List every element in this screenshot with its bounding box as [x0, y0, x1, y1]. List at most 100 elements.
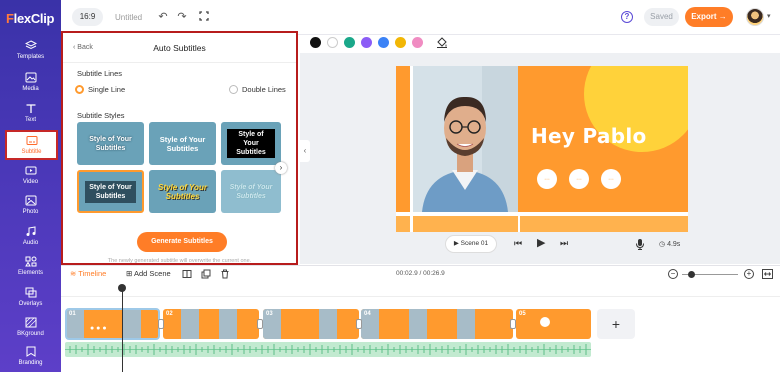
- add-clip-button[interactable]: +: [597, 309, 635, 339]
- aspect-ratio-button[interactable]: 16:9: [72, 8, 103, 26]
- redo-icon[interactable]: ↷: [176, 11, 188, 23]
- color-swatch-yellow[interactable]: [395, 37, 406, 48]
- clip-transition-handle[interactable]: [356, 319, 362, 329]
- chevron-down-icon[interactable]: ▾: [767, 12, 771, 20]
- play-small-icon: ▶: [453, 240, 461, 247]
- scene-duration[interactable]: ◷ 4.9s: [659, 240, 680, 248]
- templates-icon: [24, 40, 37, 50]
- panel-header: ‹ Back Auto Subtitles: [63, 33, 296, 63]
- subtitle-lines-heading: Subtitle Lines: [77, 69, 123, 78]
- zoom-in-icon[interactable]: +: [744, 269, 754, 279]
- timeline-clip[interactable]: 03: [263, 309, 359, 339]
- color-swatch-teal[interactable]: [344, 37, 355, 48]
- export-button[interactable]: Export →: [685, 7, 733, 27]
- branding-icon: [26, 346, 35, 357]
- play-icon[interactable]: ▶: [537, 236, 545, 249]
- sidebar-item-elements[interactable]: Elements: [0, 256, 61, 286]
- sidebar-item-subtitle[interactable]: Subtitle: [5, 130, 58, 160]
- fill-bucket-icon[interactable]: [436, 36, 448, 48]
- double-lines-radio[interactable]: Double Lines: [229, 85, 286, 94]
- video-icon: [25, 166, 36, 175]
- timeline-clip[interactable]: 02: [163, 309, 259, 339]
- elements-icon: [24, 256, 36, 267]
- clip-transition-handle[interactable]: [257, 319, 263, 329]
- radio-unselected: [229, 85, 238, 94]
- sidebar-item-audio[interactable]: Audio: [0, 226, 61, 256]
- timeline-clip[interactable]: 05: [516, 309, 591, 339]
- zoom-slider-thumb[interactable]: [688, 271, 695, 278]
- next-icon[interactable]: ⏭: [560, 238, 568, 249]
- subtitle-style-3[interactable]: Style of Your Subtitles: [221, 122, 281, 165]
- fit-timeline-icon[interactable]: [762, 269, 773, 279]
- overwrite-note: The newly generated subtitle will overwr…: [107, 258, 252, 264]
- slide-preview[interactable]: Hey Pablo • • • • • • • • •: [396, 66, 688, 232]
- panel-title: Auto Subtitles: [153, 43, 206, 53]
- delete-icon[interactable]: [220, 269, 230, 279]
- help-icon[interactable]: ?: [621, 11, 633, 23]
- slide-badge: • • •: [601, 169, 621, 189]
- timeline-ruler[interactable]: [61, 285, 780, 297]
- subtitle-style-5[interactable]: Style of Your Subtitles: [149, 170, 216, 213]
- sidebar-item-templates[interactable]: Templates: [0, 40, 61, 70]
- playhead[interactable]: [122, 285, 123, 372]
- color-swatch-pink[interactable]: [412, 37, 423, 48]
- playhead-handle[interactable]: [118, 284, 126, 292]
- sidebar-item-branding[interactable]: Branding: [0, 346, 61, 372]
- overlays-icon: [25, 287, 36, 298]
- zoom-out-icon[interactable]: −: [668, 269, 678, 279]
- avatar[interactable]: [746, 8, 764, 26]
- color-swatch-black[interactable]: [310, 37, 321, 48]
- presenter-photo: [412, 66, 518, 212]
- chevron-right-icon[interactable]: ›: [275, 162, 287, 174]
- duplicate-icon[interactable]: [201, 269, 211, 279]
- slide-badge: • • •: [537, 169, 557, 189]
- saved-status: Saved: [644, 8, 679, 26]
- photo-icon: [25, 195, 36, 206]
- color-swatch-white[interactable]: [327, 37, 338, 48]
- clip-transition-handle[interactable]: [158, 319, 164, 329]
- add-scene-button[interactable]: ⊞ Add Scene: [126, 269, 171, 278]
- timeline-tab[interactable]: ≋ Timeline: [70, 269, 106, 278]
- undo-icon[interactable]: ↶: [157, 11, 169, 23]
- sidebar-item-overlays[interactable]: Overlays: [0, 287, 61, 317]
- subtitle-style-4[interactable]: Style of Your Subtitles: [77, 170, 144, 213]
- microphone-icon[interactable]: [635, 238, 645, 250]
- previous-icon[interactable]: ⏮: [514, 238, 522, 249]
- slide-badge: • • •: [569, 169, 589, 189]
- audio-waveform: [65, 344, 591, 355]
- sidebar-item-text[interactable]: Text: [0, 103, 61, 133]
- slide-bottom-stripe: [396, 212, 688, 232]
- sidebar: FlexClip Templates Media Text Subtitle V…: [0, 0, 61, 372]
- media-icon: [25, 72, 36, 83]
- sidebar-item-video[interactable]: Video: [0, 165, 61, 195]
- generate-subtitles-button[interactable]: Generate Subtitles: [137, 232, 227, 252]
- project-title[interactable]: Untitled: [115, 13, 142, 22]
- audio-track[interactable]: [65, 342, 591, 357]
- subtitle-style-1[interactable]: Style of Your Subtitles: [77, 122, 144, 165]
- sidebar-item-photo[interactable]: Photo: [0, 195, 61, 225]
- single-line-radio[interactable]: Single Line: [75, 85, 125, 94]
- subtitle-icon: [26, 136, 37, 145]
- audio-icon: [26, 226, 35, 236]
- slide-headline: Hey Pablo: [531, 124, 647, 148]
- add-scene-icon: ⊞: [126, 269, 134, 278]
- selected-clip-outline: [65, 308, 160, 340]
- timeline-clip[interactable]: 04: [361, 309, 513, 339]
- scene-selector[interactable]: ▶ Scene 01: [445, 235, 497, 253]
- clip-transition-handle[interactable]: [510, 319, 516, 329]
- sidebar-item-background[interactable]: BKground: [0, 317, 61, 347]
- timeline-icon: ≋: [70, 269, 79, 278]
- flexclip-logo[interactable]: FlexClip: [6, 11, 54, 26]
- collapse-panel-handle[interactable]: ‹: [300, 140, 310, 162]
- split-icon[interactable]: [182, 269, 192, 279]
- clock-icon: ◷: [659, 241, 668, 248]
- subtitle-style-6[interactable]: Style of Your Subtitles: [221, 170, 281, 213]
- time-display: 00:02.9 / 00:26.9: [396, 270, 445, 277]
- color-swatch-purple[interactable]: [361, 37, 372, 48]
- sidebar-item-media[interactable]: Media: [0, 72, 61, 102]
- subtitle-style-2[interactable]: Style of Your Subtitles: [149, 122, 216, 165]
- fullscreen-icon[interactable]: [198, 11, 210, 23]
- color-swatch-blue[interactable]: [378, 37, 389, 48]
- text-icon: [26, 104, 35, 113]
- subtitle-styles-heading: Subtitle Styles: [77, 111, 125, 120]
